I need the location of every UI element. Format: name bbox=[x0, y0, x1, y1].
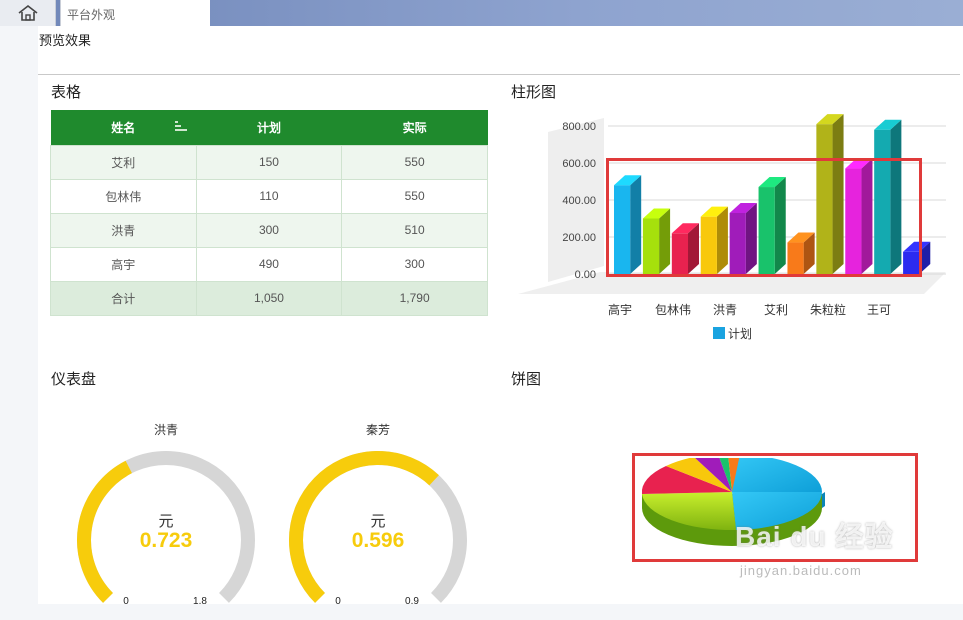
table-row: 高宇 490 300 bbox=[50, 246, 488, 282]
gauge-fill bbox=[289, 451, 439, 603]
gauge-unit: 元 bbox=[158, 513, 173, 530]
data-table: 姓名 计划 实际 艾利 150 550 包林伟 110 550 洪青 300 5 bbox=[50, 110, 488, 316]
gauge-max: 0.9 bbox=[405, 596, 419, 607]
table-cell: 高宇 bbox=[50, 246, 197, 282]
gauge-name: 秦芳 bbox=[366, 423, 390, 437]
home-icon bbox=[18, 4, 37, 21]
table-cell: 110 bbox=[195, 178, 343, 214]
home-button[interactable] bbox=[0, 0, 56, 26]
y-tick-label: 400.00 bbox=[562, 195, 596, 207]
table-cell: 510 bbox=[341, 212, 488, 248]
table-cell: 300 bbox=[195, 212, 343, 248]
gauge-fill bbox=[77, 460, 133, 603]
gauge-name: 洪青 bbox=[154, 423, 178, 437]
table-cell: 1,790 bbox=[341, 280, 488, 316]
table-cell: 艾利 bbox=[50, 144, 197, 180]
watermark-logo: Bai du 经验 bbox=[735, 521, 894, 552]
table-cell: 合计 bbox=[50, 280, 197, 316]
table-cell: 550 bbox=[341, 178, 488, 214]
tab-platform-appearance[interactable]: 平台外观 bbox=[60, 0, 210, 26]
x-tick-label: 王可 bbox=[867, 303, 891, 317]
gauge-min: 0 bbox=[123, 596, 129, 607]
y-tick-label: 800.00 bbox=[562, 121, 596, 133]
divider bbox=[38, 74, 960, 75]
table-header-plan[interactable]: 计划 bbox=[196, 110, 342, 145]
top-bar: 平台外观 bbox=[0, 0, 963, 26]
table-cell: 550 bbox=[341, 144, 488, 180]
y-tick-label: 0.00 bbox=[575, 269, 596, 281]
gauge-value: 0.723 bbox=[140, 529, 193, 552]
table-section-title: 表格 bbox=[51, 84, 82, 101]
sort-icon[interactable] bbox=[174, 120, 188, 134]
x-tick-label: 朱粒粒 bbox=[810, 302, 846, 317]
x-tick-label: 艾利 bbox=[764, 303, 788, 317]
gauge-max: 1.8 bbox=[193, 596, 207, 607]
table-cell: 1,050 bbox=[195, 280, 343, 316]
table-cell: 300 bbox=[341, 246, 488, 282]
table-total-row: 合计 1,050 1,790 bbox=[50, 280, 488, 316]
gauge-min: 0 bbox=[335, 596, 341, 607]
table-cell: 洪青 bbox=[50, 212, 197, 248]
y-tick-label: 200.00 bbox=[562, 232, 596, 244]
table-cell: 150 bbox=[195, 144, 343, 180]
table-row: 包林伟 110 550 bbox=[50, 178, 488, 214]
x-tick-label: 高宇 bbox=[608, 302, 632, 317]
gauge-unit: 元 bbox=[370, 513, 385, 530]
gauge-section-title: 仪表盘 bbox=[51, 371, 97, 388]
table-row: 洪青 300 510 bbox=[50, 212, 488, 248]
gauge: 洪青元0.723 0 1.8 bbox=[77, 423, 255, 607]
highlight-box bbox=[606, 158, 922, 277]
x-tick-label: 洪青 bbox=[713, 303, 737, 317]
y-tick-label: 600.00 bbox=[562, 158, 596, 170]
watermark-url: jingyan.baidu.com bbox=[740, 563, 862, 578]
gauge-value: 0.596 bbox=[352, 529, 405, 552]
table-cell: 包林伟 bbox=[50, 178, 197, 214]
table-header-actual[interactable]: 实际 bbox=[341, 110, 488, 145]
table-cell: 490 bbox=[195, 246, 343, 282]
bar-section-title: 柱形图 bbox=[511, 84, 557, 101]
gauge: 秦芳元0.596 0 0.9 bbox=[289, 423, 467, 607]
x-tick-label: 包林伟 bbox=[655, 303, 691, 317]
preview-label: 预览效果 bbox=[39, 33, 92, 48]
pie-section-title: 饼图 bbox=[511, 371, 542, 388]
legend-label: 计划 bbox=[728, 327, 752, 341]
table-row: 艾利 150 550 bbox=[50, 144, 488, 180]
table-header-name[interactable]: 姓名 bbox=[50, 110, 197, 145]
legend-swatch bbox=[713, 327, 725, 339]
